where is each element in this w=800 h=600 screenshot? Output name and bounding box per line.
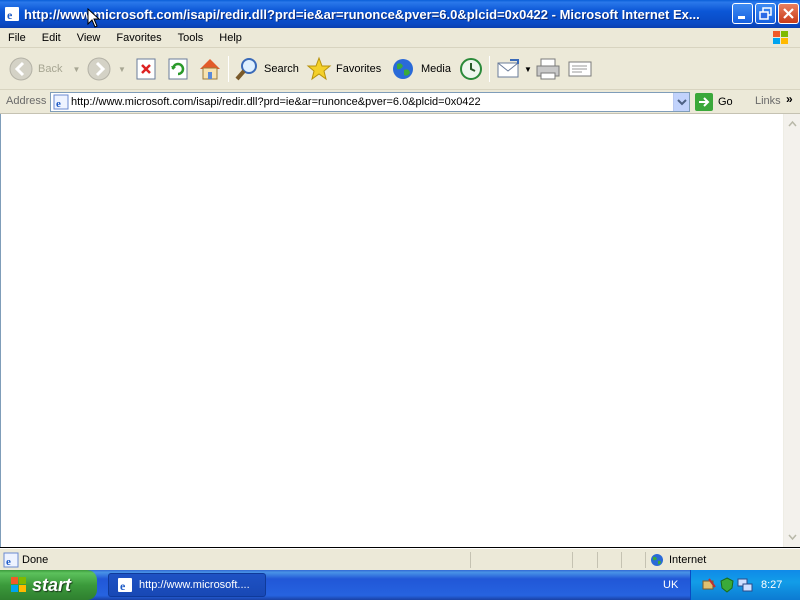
taskbar-ie-window[interactable]: e http://www.microsoft.... (108, 573, 266, 597)
close-icon (783, 8, 794, 19)
edit-button[interactable] (567, 54, 593, 84)
history-button[interactable] (458, 54, 484, 84)
scroll-down-button[interactable] (784, 528, 800, 545)
back-label: Back (38, 63, 63, 75)
media-globe-icon (393, 59, 413, 79)
minimize-icon (738, 16, 745, 19)
tray-security-icon[interactable] (719, 577, 735, 593)
svg-text:e: e (7, 8, 13, 22)
home-icon (200, 59, 220, 80)
mail-icon (497, 59, 519, 78)
status-text: Done (22, 554, 49, 566)
security-zone-label: Internet (669, 554, 707, 566)
page-content[interactable] (0, 114, 783, 547)
menu-view[interactable]: View (69, 32, 109, 44)
start-button[interactable]: start (0, 570, 97, 600)
back-arrow-icon (9, 57, 33, 81)
language-indicator[interactable]: UK (663, 579, 678, 591)
vertical-scrollbar[interactable] (783, 114, 800, 547)
forward-dropdown-icon[interactable]: ▼ (118, 65, 126, 74)
go-button[interactable]: Go (695, 93, 733, 111)
forward-arrow-icon (87, 57, 111, 81)
ie-icon: e (5, 7, 19, 22)
menu-edit[interactable]: Edit (34, 32, 69, 44)
stop-button[interactable] (135, 54, 157, 84)
svg-text:e: e (6, 556, 11, 568)
scroll-down-icon (788, 534, 797, 541)
menu-file[interactable]: File (0, 32, 34, 44)
edit-page-icon (568, 61, 592, 77)
page-status-icon: e (3, 552, 19, 568)
taskbar: start e http://www.microsoft.... UK 8:27 (0, 570, 800, 600)
window-title: http://www.microsoft.com/isapi/redir.dll… (24, 6, 700, 22)
address-dropdown-button[interactable] (673, 93, 689, 111)
go-arrow-icon (695, 93, 713, 111)
links-chevron-icon[interactable]: » (786, 92, 793, 106)
system-tray: 8:27 (690, 570, 800, 600)
address-label: Address (6, 95, 47, 107)
tray-network-icon[interactable] (737, 577, 753, 593)
menu-bar: File Edit View Favorites Tools Help (0, 28, 800, 48)
svg-text:e: e (120, 579, 126, 593)
minimize-button[interactable] (732, 3, 753, 24)
menu-favorites[interactable]: Favorites (108, 32, 169, 44)
windows-flag-icon (11, 577, 26, 592)
media-label: Media (421, 63, 451, 75)
status-bar: e Done Internet (0, 548, 800, 570)
clock: 8:27 (761, 579, 783, 591)
restore-button[interactable] (755, 3, 776, 24)
favorites-star-icon (306, 56, 332, 81)
mail-dropdown-icon[interactable]: ▼ (524, 65, 532, 74)
refresh-icon (168, 58, 188, 80)
address-input[interactable] (69, 94, 669, 110)
svg-text:e: e (56, 98, 61, 110)
taskbar-window-label: http://www.microsoft.... (139, 579, 250, 591)
search-icon (235, 58, 257, 81)
history-icon (460, 58, 482, 80)
mail-button[interactable]: ▼ (496, 54, 532, 84)
menu-help[interactable]: Help (211, 32, 250, 44)
close-button[interactable] (778, 3, 799, 24)
mouse-cursor-icon (87, 8, 101, 28)
home-button[interactable] (197, 54, 223, 84)
search-label: Search (264, 63, 299, 75)
print-button[interactable] (535, 54, 561, 84)
favorites-label: Favorites (336, 63, 382, 75)
address-bar: Address e Go Links » (0, 90, 800, 114)
page-icon: e (53, 94, 69, 110)
favorites-button[interactable]: Favorites (306, 54, 381, 84)
media-button[interactable]: Media (391, 54, 451, 84)
go-label: Go (718, 96, 733, 108)
title-bar[interactable]: e http://www.microsoft.com/isapi/redir.d… (0, 0, 800, 28)
menu-tools[interactable]: Tools (170, 32, 212, 44)
ie-task-icon: e (118, 578, 132, 593)
back-button[interactable]: Back ▼ (8, 54, 80, 84)
scroll-up-icon (788, 120, 797, 127)
restore-icon (759, 7, 772, 20)
standard-toolbar: Back ▼ ▼ Search Favorites Media ▼ (0, 48, 800, 90)
address-field-container[interactable]: e (50, 92, 690, 112)
refresh-button[interactable] (167, 54, 189, 84)
start-label: start (32, 574, 72, 595)
chevron-down-icon (677, 99, 687, 106)
internet-globe-icon (651, 554, 663, 566)
links-label[interactable]: Links (755, 95, 781, 107)
stop-icon (136, 58, 156, 80)
search-button[interactable]: Search (234, 54, 299, 84)
forward-button[interactable]: ▼ (86, 54, 126, 84)
scroll-up-button[interactable] (784, 116, 800, 133)
back-dropdown-icon[interactable]: ▼ (72, 65, 80, 74)
windows-logo-icon (773, 31, 788, 44)
printer-icon (536, 58, 560, 80)
tray-tool-icon[interactable] (701, 577, 717, 593)
